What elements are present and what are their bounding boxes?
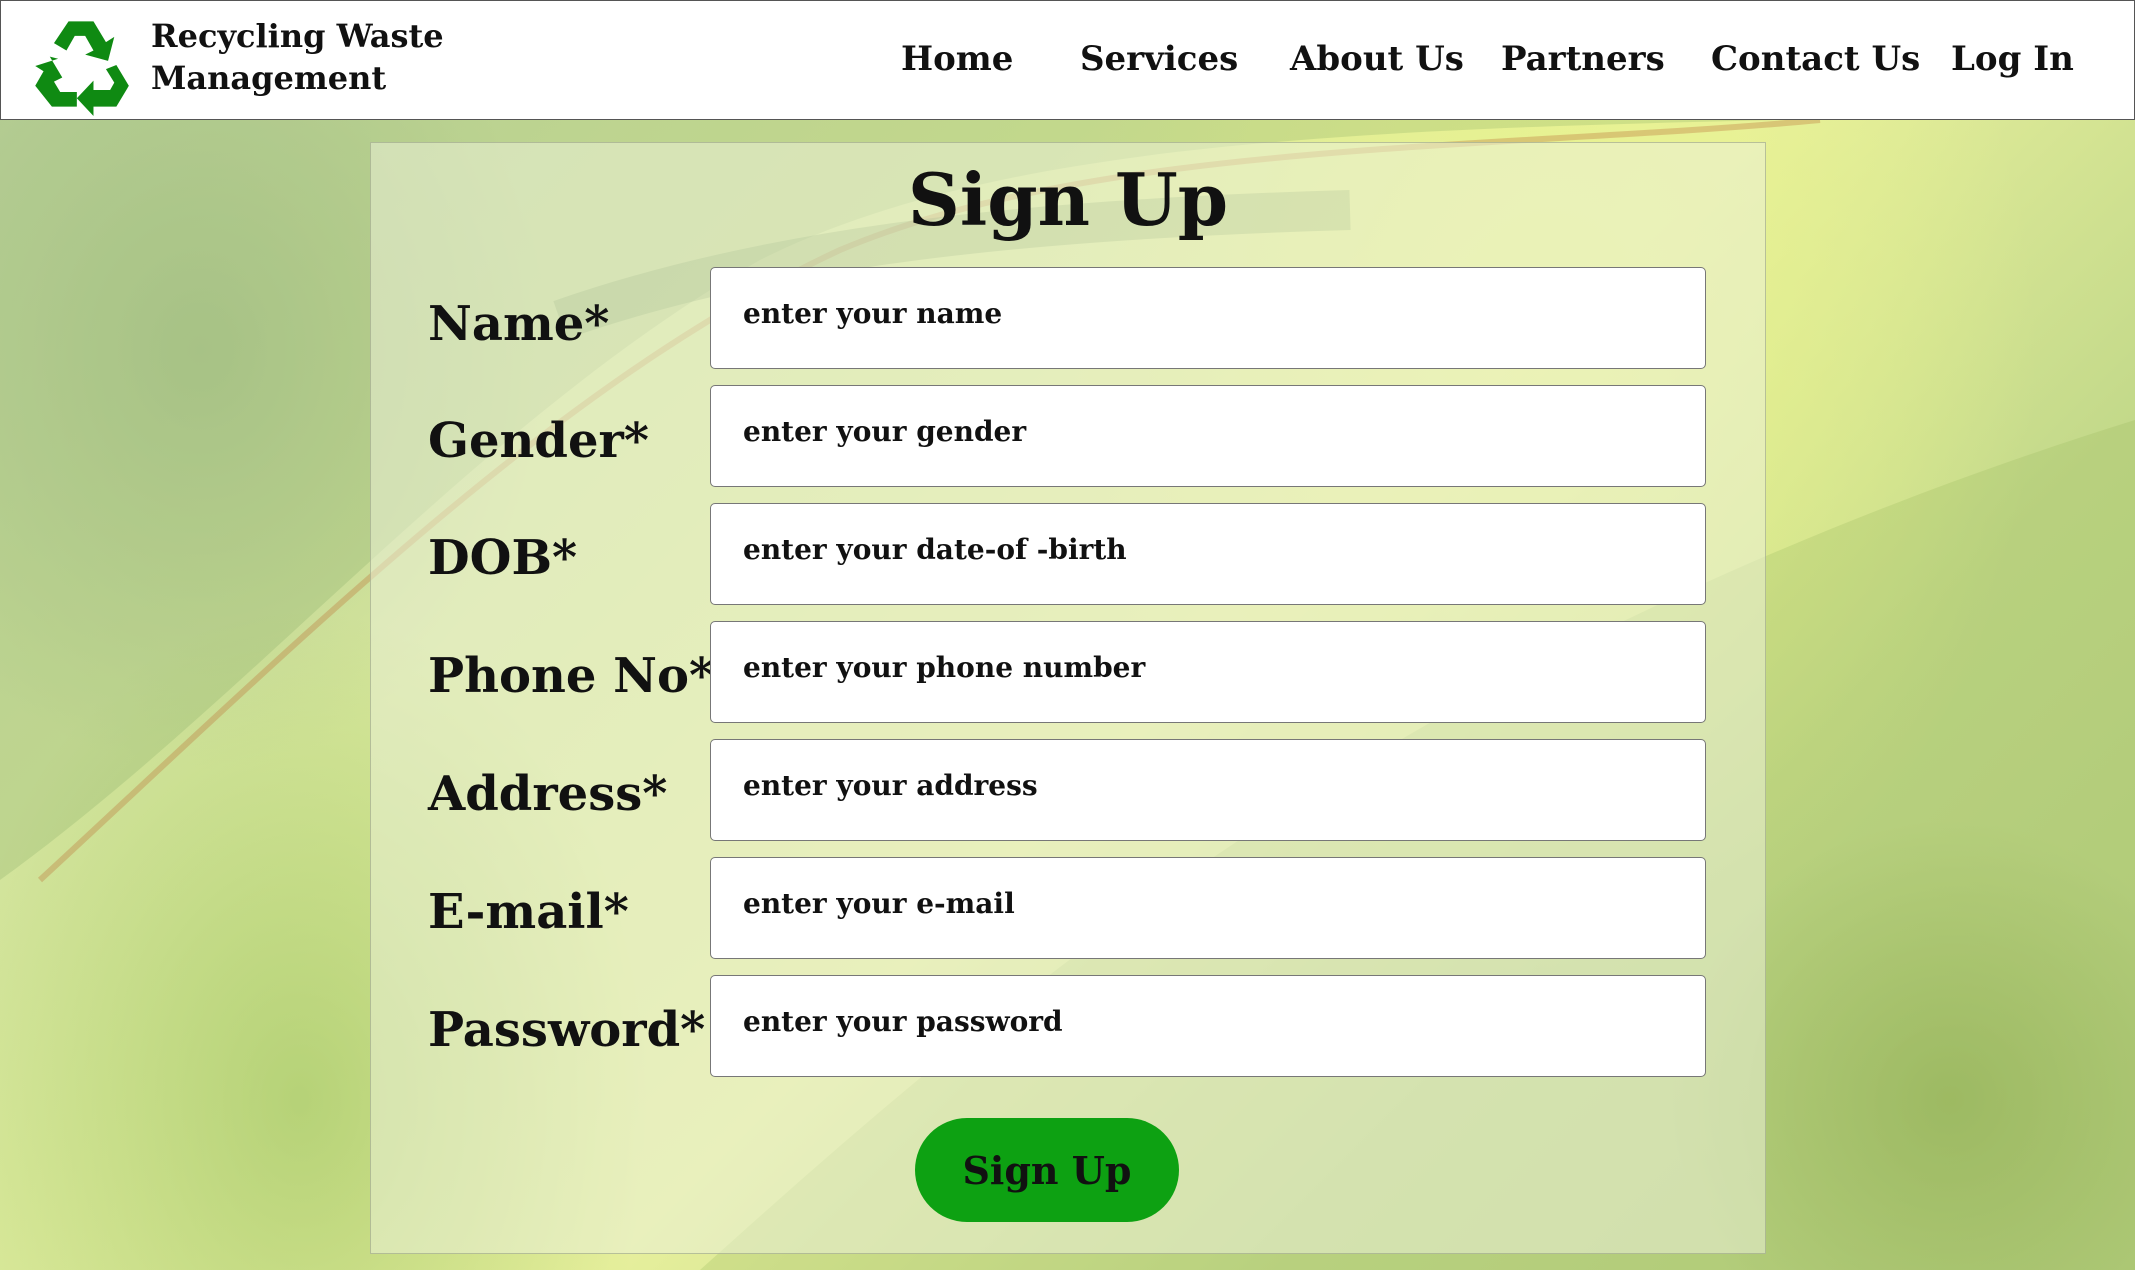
page-title: Sign Up xyxy=(907,157,1229,242)
name-input[interactable] xyxy=(711,268,1705,368)
phone-input[interactable] xyxy=(711,622,1705,722)
email-field-box xyxy=(710,857,1706,959)
brand-name[interactable]: Recycling Waste Management xyxy=(151,15,444,99)
password-label: Password* xyxy=(428,1002,706,1058)
sign-up-button[interactable]: Sign Up xyxy=(915,1118,1179,1222)
phone-label: Phone No* xyxy=(428,648,715,704)
password-field-box xyxy=(710,975,1706,1077)
address-field-box xyxy=(710,739,1706,841)
gender-label: Gender* xyxy=(428,413,649,469)
dob-input[interactable] xyxy=(711,504,1705,604)
gender-input[interactable] xyxy=(711,386,1705,486)
nav-services[interactable]: Services xyxy=(1080,39,1238,79)
email-input[interactable] xyxy=(711,858,1705,958)
brand-line-2: Management xyxy=(151,59,387,97)
dob-label: DOB* xyxy=(428,530,578,586)
dob-field-box xyxy=(710,503,1706,605)
address-label: Address* xyxy=(428,766,668,822)
address-input[interactable] xyxy=(711,740,1705,840)
name-label: Name* xyxy=(428,296,610,352)
gender-field-box xyxy=(710,385,1706,487)
name-field-box xyxy=(710,267,1706,369)
phone-field-box xyxy=(710,621,1706,723)
brand-line-1: Recycling Waste xyxy=(151,17,444,55)
top-navbar: Recycling Waste Management Home Services… xyxy=(0,0,2135,120)
nav-partners[interactable]: Partners xyxy=(1501,39,1665,79)
nav-contact-us[interactable]: Contact Us xyxy=(1711,39,1920,79)
nav-about-us[interactable]: About Us xyxy=(1290,39,1464,79)
nav-log-in[interactable]: Log In xyxy=(1951,39,2074,79)
nav-home[interactable]: Home xyxy=(901,39,1013,79)
email-label: E-mail* xyxy=(428,884,629,940)
password-input[interactable] xyxy=(711,976,1705,1076)
recycle-icon[interactable] xyxy=(29,13,133,117)
